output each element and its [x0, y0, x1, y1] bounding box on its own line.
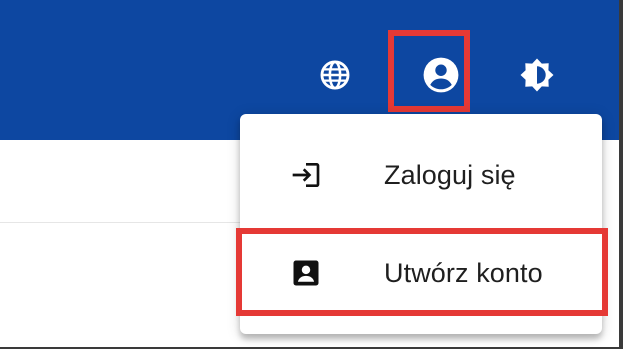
brightness-icon [519, 57, 555, 93]
account-button[interactable] [414, 48, 468, 102]
language-button[interactable] [308, 48, 362, 102]
menu-item-login[interactable]: Zaloguj się [240, 134, 602, 216]
app-window: Zaloguj się Utwórz konto [0, 0, 623, 349]
account-menu: Zaloguj się Utwórz konto [240, 114, 602, 334]
menu-item-label: Utwórz konto [384, 257, 543, 288]
divider [0, 222, 240, 223]
account-box-icon [290, 257, 322, 289]
login-icon [290, 159, 322, 191]
globe-icon [318, 58, 352, 92]
theme-toggle-button[interactable] [510, 48, 564, 102]
menu-item-label: Zaloguj się [384, 159, 516, 190]
menu-item-create-account[interactable]: Utwórz konto [240, 232, 602, 314]
account-circle-icon [422, 56, 460, 94]
